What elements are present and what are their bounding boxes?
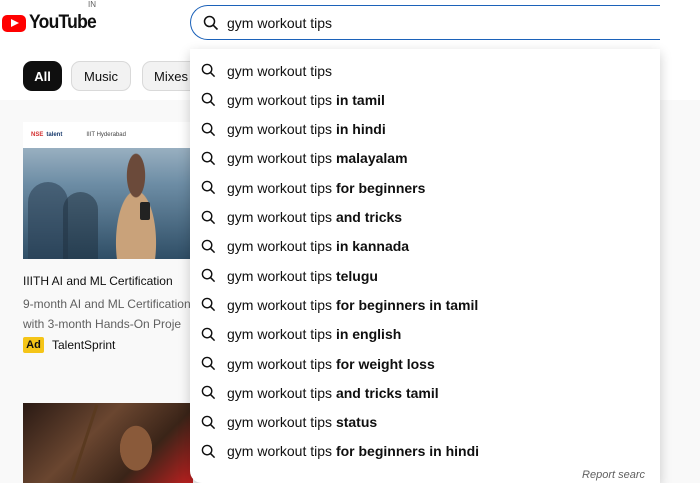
person-figure — [101, 152, 171, 259]
suggestion-completion: and tricks — [335, 209, 403, 225]
thumbnail-detail — [70, 404, 99, 482]
suggestion-completion: for beginners — [335, 179, 426, 196]
suggestion-text: gym workout tips status — [227, 414, 377, 430]
phone-graphic — [140, 202, 150, 220]
suggestion-completion: in kannada — [335, 238, 410, 255]
suggestion-text: gym workout tips for weight loss — [227, 356, 435, 372]
chip-music[interactable]: Music — [71, 61, 131, 91]
video-title[interactable]: IIITH AI and ML Certification — [23, 274, 173, 288]
youtube-play-icon — [2, 14, 26, 32]
suggestion-query: gym workout tips — [227, 296, 336, 313]
suggestion-text: gym workout tips in hindi — [227, 121, 386, 137]
chip-all[interactable]: All — [23, 61, 62, 91]
suggestion-item[interactable]: gym workout tips in tamil — [190, 85, 660, 114]
suggestion-text: gym workout tips — [227, 63, 332, 79]
suggestion-item[interactable]: gym workout tips in hindi — [190, 115, 660, 144]
suggestion-text: gym workout tips in tamil — [227, 92, 385, 108]
suggestion-item[interactable]: gym workout tips telugu — [190, 261, 660, 290]
country-code: IN — [88, 0, 96, 9]
suggestion-completion: for beginners in hindi — [335, 443, 480, 460]
suggestion-item[interactable]: gym workout tips and tricks — [190, 203, 660, 232]
suggestion-query: gym workout tips — [227, 62, 333, 79]
suggestion-item[interactable]: gym workout tips and tricks tamil — [190, 378, 660, 407]
suggestion-query: gym workout tips — [227, 121, 336, 138]
suggestion-query: gym workout tips — [227, 179, 336, 196]
video-description: 9-month AI and ML Certification — [23, 297, 191, 311]
youtube-logo[interactable]: YouTube — [0, 10, 102, 36]
suggestion-item[interactable]: gym workout tips for beginners in hindi — [190, 437, 660, 466]
suggestion-completion: in english — [335, 326, 402, 343]
video-description: with 3-month Hands-On Proje — [23, 317, 182, 331]
search-icon — [201, 151, 216, 166]
search-input[interactable] — [227, 14, 627, 31]
search-icon — [201, 327, 216, 342]
suggestion-text: gym workout tips telugu — [227, 268, 378, 284]
suggestion-query: gym workout tips — [227, 326, 336, 343]
search-icon — [201, 444, 216, 459]
suggestion-query: gym workout tips — [227, 414, 336, 431]
search-icon — [201, 356, 216, 371]
thumbnail-banner: NSE talent IIIT Hyderabad — [23, 122, 193, 148]
search-bar[interactable] — [190, 5, 660, 40]
suggestion-query: gym workout tips — [227, 267, 336, 284]
suggestion-text: gym workout tips malayalam — [227, 150, 408, 166]
suggestion-completion: and tricks tamil — [335, 384, 439, 401]
thumbnail-detail — [111, 425, 161, 483]
suggestion-completion: for beginners in tamil — [335, 296, 479, 313]
suggestion-query: gym workout tips — [227, 238, 336, 255]
iiit-logo: IIIT Hyderabad — [86, 132, 126, 138]
search-icon — [201, 297, 216, 312]
search-icon — [201, 239, 216, 254]
background-figure — [63, 192, 98, 259]
search-icon — [201, 268, 216, 283]
suggestion-text: gym workout tips and tricks — [227, 209, 402, 225]
talent-logo: talent — [46, 132, 63, 138]
suggestion-item[interactable]: gym workout tips — [190, 56, 660, 85]
ad-badge: Ad — [23, 337, 44, 353]
suggestion-query: gym workout tips — [227, 209, 336, 225]
suggestion-completion: telugu — [335, 267, 378, 284]
suggestion-query: gym workout tips — [227, 443, 336, 460]
suggestion-text: gym workout tips for beginners in tamil — [227, 297, 478, 313]
search-icon — [201, 210, 216, 225]
suggestion-query: gym workout tips — [227, 384, 336, 401]
suggestion-text: gym workout tips for beginners in hindi — [227, 443, 479, 459]
search-icon — [201, 122, 216, 137]
video-thumbnail[interactable]: NSE talent IIIT Hyderabad — [23, 122, 193, 259]
suggestion-item[interactable]: gym workout tips for weight loss — [190, 349, 660, 378]
search-suggestions-dropdown: Report searc gym workout tips gym workout… — [190, 49, 660, 483]
suggestion-item[interactable]: gym workout tips malayalam — [190, 144, 660, 173]
advertiser-name[interactable]: TalentSprint — [52, 338, 115, 352]
video-thumbnail[interactable] — [23, 403, 193, 483]
search-icon — [201, 92, 216, 107]
logo-text: YouTube — [29, 12, 97, 33]
suggestion-query: gym workout tips — [227, 150, 336, 167]
search-icon — [201, 415, 216, 430]
nse-logo: NSE — [31, 132, 44, 138]
search-icon — [201, 180, 216, 195]
suggestion-item[interactable]: gym workout tips status — [190, 408, 660, 437]
suggestion-text: gym workout tips in english — [227, 326, 401, 342]
suggestion-item[interactable]: gym workout tips for beginners in tamil — [190, 290, 660, 319]
suggestion-item[interactable]: gym workout tips in kannada — [190, 232, 660, 261]
suggestion-item[interactable]: gym workout tips for beginners — [190, 173, 660, 202]
search-icon — [203, 15, 219, 31]
search-icon — [201, 63, 216, 78]
search-icon — [201, 385, 216, 400]
suggestion-item[interactable]: gym workout tips in english — [190, 320, 660, 349]
suggestion-text: gym workout tips for beginners — [227, 180, 425, 196]
suggestion-completion: malayalam — [335, 150, 408, 167]
suggestion-query: gym workout tips — [227, 91, 336, 108]
suggestion-completion: in tamil — [335, 91, 385, 108]
suggestion-text: gym workout tips and tricks tamil — [227, 385, 439, 401]
suggestion-completion: in hindi — [335, 121, 386, 138]
suggestion-completion: for weight loss — [335, 355, 435, 372]
suggestion-completion: status — [335, 414, 378, 431]
suggestion-text: gym workout tips in kannada — [227, 238, 409, 254]
report-link[interactable]: Report searc — [582, 469, 645, 481]
suggestion-query: gym workout tips — [227, 355, 336, 372]
background-figure — [28, 182, 68, 259]
